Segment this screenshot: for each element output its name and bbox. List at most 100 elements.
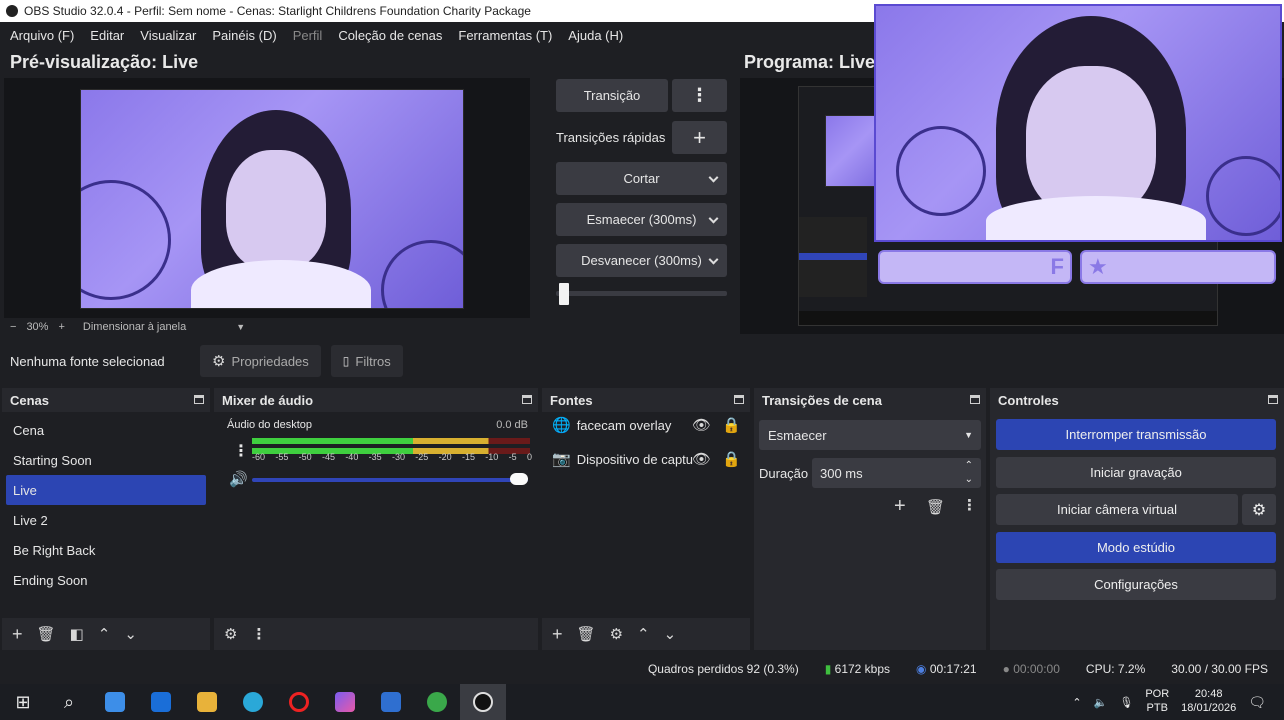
- menu-view[interactable]: Visualizar: [132, 28, 204, 43]
- outlook-icon[interactable]: [138, 684, 184, 720]
- more-options-icon[interactable]: ⋮: [251, 627, 266, 642]
- trash-icon[interactable]: 🗑: [926, 500, 945, 515]
- resize-mode-select[interactable]: Dimensionar à janela: [83, 321, 186, 333]
- quick-transition-cut[interactable]: Cortar: [556, 162, 727, 195]
- scene-item-selected[interactable]: Live: [6, 475, 206, 505]
- scene-item[interactable]: Ending Soon: [2, 565, 210, 595]
- undock-icon[interactable]: [522, 395, 532, 404]
- trash-icon[interactable]: 🗑: [37, 627, 56, 642]
- menu-help[interactable]: Ajuda (H): [560, 28, 631, 43]
- more-options-icon[interactable]: ⋮: [233, 441, 249, 461]
- preview-canvas[interactable]: [4, 78, 530, 318]
- transition-slider-handle[interactable]: [559, 283, 570, 305]
- audio-meter-left: [252, 438, 530, 444]
- source-item[interactable]: 🌐 facecam overlay 👁 🔒: [552, 418, 741, 433]
- gear-icon[interactable]: ⚙: [610, 627, 623, 642]
- menu-scene-collection[interactable]: Coleção de cenas: [330, 28, 450, 43]
- menu-profile[interactable]: Perfil: [285, 28, 331, 43]
- transition-select[interactable]: Esmaecer ▼: [759, 420, 981, 450]
- start-recording-button[interactable]: Iniciar gravação: [996, 457, 1276, 488]
- quick-transition-fade-out[interactable]: Desvanecer (300ms): [556, 244, 727, 277]
- undock-icon[interactable]: [970, 395, 980, 404]
- sources-dock: Fontes 🌐 facecam overlay 👁 🔒 📷 Dispositi…: [542, 388, 750, 650]
- scene-item[interactable]: Be Right Back: [2, 535, 210, 565]
- menu-file[interactable]: Arquivo (F): [2, 28, 82, 43]
- eye-icon[interactable]: 👁: [692, 418, 711, 433]
- notifications-icon[interactable]: 🗨: [1248, 694, 1266, 711]
- audio-meter-ticks: -60 -55 -50 -45 -40 -35 -30 -25 -20 -15 -10 -5 0: [252, 452, 532, 462]
- more-options-icon[interactable]: ⋮: [962, 498, 977, 513]
- virtual-camera-settings-button[interactable]: ⚙: [1242, 494, 1276, 525]
- transition-slider[interactable]: [556, 291, 727, 296]
- controls-body: Interromper transmissão Iniciar gravação…: [990, 412, 1284, 650]
- trash-icon[interactable]: 🗑: [577, 627, 596, 642]
- file-explorer-icon[interactable]: [184, 684, 230, 720]
- advanced-audio-icon[interactable]: ⚙: [224, 627, 237, 642]
- app-green-icon[interactable]: [414, 684, 460, 720]
- mixer-body: Áudio do desktop 0.0 dB ⋮ -60 -55 -50 -45 -4…: [214, 412, 538, 618]
- audio-track-name: Áudio do desktop: [227, 419, 313, 431]
- chevron-up-icon[interactable]: ⌃: [1072, 696, 1081, 709]
- volume-slider-handle[interactable]: [510, 473, 528, 485]
- camera-icon: 📷: [552, 451, 571, 468]
- filters-button[interactable]: ▯ Filtros: [330, 345, 403, 377]
- undock-icon[interactable]: [1268, 395, 1278, 404]
- undock-icon[interactable]: [194, 395, 204, 404]
- transition-button[interactable]: Transição: [556, 79, 668, 112]
- studio-mode-button[interactable]: Modo estúdio: [996, 532, 1276, 563]
- language-indicator[interactable]: POR PTB: [1145, 688, 1169, 716]
- lock-icon[interactable]: 🔒: [722, 418, 741, 433]
- windows-start-icon[interactable]: ⊞: [0, 684, 46, 720]
- app-icon[interactable]: [368, 684, 414, 720]
- clock[interactable]: 20:48 18/01/2026: [1181, 688, 1236, 716]
- controls-header: Controles: [990, 388, 1284, 412]
- properties-button[interactable]: ⚙ Propriedades: [200, 345, 321, 377]
- menu-tools[interactable]: Ferramentas (T): [450, 28, 560, 43]
- move-down-icon[interactable]: ⌄: [124, 627, 137, 642]
- undock-icon[interactable]: [734, 395, 744, 404]
- search-icon[interactable]: ⌕: [46, 684, 92, 720]
- chevron-down-icon[interactable]: [708, 254, 719, 265]
- source-name: facecam overlay: [576, 418, 672, 433]
- move-up-icon[interactable]: ⌃: [98, 627, 111, 642]
- move-up-icon[interactable]: ⌃: [637, 627, 650, 642]
- speaker-icon[interactable]: 🔊: [229, 470, 248, 488]
- lock-icon[interactable]: 🔒: [722, 452, 741, 467]
- chevron-up-icon[interactable]: ⌃: [965, 460, 973, 471]
- add-icon[interactable]: +: [12, 625, 23, 643]
- obs-taskbar-icon[interactable]: [460, 684, 506, 720]
- chevron-down-icon[interactable]: ▼: [236, 322, 245, 332]
- volume-icon[interactable]: 🔈: [1094, 696, 1108, 709]
- store-icon[interactable]: [92, 684, 138, 720]
- overlay-badge-letter: F: [1050, 254, 1064, 279]
- add-quick-transition-button[interactable]: +: [672, 121, 727, 154]
- menu-edit[interactable]: Editar: [82, 28, 132, 43]
- menu-docks[interactable]: Painéis (D): [204, 28, 284, 43]
- sources-dock-header: Fontes: [542, 388, 750, 412]
- zoom-out-button[interactable]: −: [10, 321, 16, 333]
- volume-slider[interactable]: [252, 478, 528, 482]
- chevron-down-icon[interactable]: ⌄: [965, 474, 973, 485]
- chevron-down-icon[interactable]: [708, 213, 719, 224]
- eye-icon[interactable]: 👁: [692, 452, 711, 467]
- filter-icon[interactable]: ◧: [70, 627, 84, 642]
- scene-item[interactable]: Starting Soon: [2, 445, 210, 475]
- zoom-in-button[interactable]: +: [58, 321, 64, 333]
- microphone-icon[interactable]: 🎙: [1119, 696, 1133, 709]
- move-down-icon[interactable]: ⌄: [664, 627, 677, 642]
- opera-icon[interactable]: [276, 684, 322, 720]
- duration-spinbox[interactable]: 300 ms ⌃ ⌄: [812, 458, 981, 488]
- chevron-down-icon[interactable]: [708, 172, 719, 183]
- stop-streaming-button[interactable]: Interromper transmissão: [996, 419, 1276, 450]
- scene-item[interactable]: Cena: [2, 415, 210, 445]
- scene-item[interactable]: Live 2: [2, 505, 210, 535]
- add-icon[interactable]: +: [894, 496, 906, 516]
- settings-button[interactable]: Configurações: [996, 569, 1276, 600]
- more-options-icon[interactable]: ⋮: [672, 79, 727, 112]
- start-virtual-camera-button[interactable]: Iniciar câmera virtual: [996, 494, 1238, 525]
- quick-transition-fade[interactable]: Esmaecer (300ms): [556, 203, 727, 236]
- add-icon[interactable]: +: [552, 625, 563, 643]
- source-item[interactable]: 📷 Dispositivo de captu 👁 🔒: [552, 451, 741, 468]
- edge-icon[interactable]: [230, 684, 276, 720]
- copilot-icon[interactable]: [322, 684, 368, 720]
